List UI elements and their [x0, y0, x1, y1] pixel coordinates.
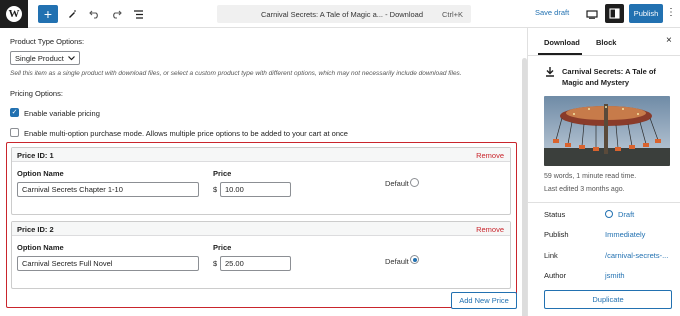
link-value[interactable]: /carnival-secrets-...: [605, 251, 668, 260]
publish-value[interactable]: Immediately: [605, 230, 645, 239]
currency-symbol: $: [213, 259, 218, 268]
price-label: Price: [213, 243, 232, 252]
price-input[interactable]: 25.00: [220, 256, 291, 271]
option-name-input[interactable]: Carnival Secrets Chapter 1-10: [17, 182, 199, 197]
pricing-options-label: Pricing Options:: [10, 89, 63, 98]
price-input[interactable]: 10.00: [220, 182, 291, 197]
price-option-row: Price ID: 2 Remove Option Name Carnival …: [11, 221, 511, 289]
shortcut-hint: Ctrl+K: [441, 9, 463, 19]
variable-pricing-checkbox[interactable]: ✓: [10, 108, 19, 117]
wordpress-logo-button[interactable]: W: [0, 0, 28, 28]
default-price-radio[interactable]: [410, 255, 419, 264]
remove-price-link[interactable]: Remove: [476, 151, 504, 160]
author-value[interactable]: jsmith: [605, 271, 625, 280]
product-type-help: Sell this item as a single product with …: [10, 70, 462, 77]
undo-icon[interactable]: [86, 5, 102, 23]
status-value[interactable]: Draft: [618, 210, 634, 219]
redo-icon[interactable]: [108, 5, 124, 23]
product-type-value: Single Product: [15, 53, 64, 63]
settings-sidebar-toggle[interactable]: [605, 4, 624, 23]
wordpress-icon: W: [6, 6, 22, 22]
divider: [528, 202, 680, 203]
close-icon[interactable]: ×: [666, 36, 672, 46]
remove-price-link[interactable]: Remove: [476, 225, 504, 234]
sidebar-tabs: Download Block ×: [528, 28, 680, 56]
chevron-down-icon: [68, 54, 75, 63]
active-tab-indicator: [538, 53, 582, 55]
option-name-label: Option Name: [17, 243, 64, 252]
status-label: Status: [544, 210, 566, 219]
author-label: Author: [544, 271, 567, 280]
multi-option-label: Enable multi-option purchase mode. Allow…: [24, 129, 348, 138]
add-block-button[interactable]: +: [38, 5, 58, 23]
download-settings-panel: Product Type Options: Single Product Sel…: [0, 28, 527, 316]
word-count: 59 words, 1 minute read time.: [544, 173, 637, 180]
document-overview-icon[interactable]: [130, 5, 146, 23]
price-id-label: Price ID: 1: [17, 151, 54, 160]
multi-option-checkbox[interactable]: [10, 128, 19, 137]
link-label: Link: [544, 251, 558, 260]
more-options-icon[interactable]: ⋮: [666, 8, 676, 18]
duplicate-button[interactable]: Duplicate: [544, 290, 672, 309]
price-id-label: Price ID: 2: [17, 225, 54, 234]
default-price-radio[interactable]: [410, 178, 419, 187]
add-new-price-button[interactable]: Add New Price: [451, 292, 517, 309]
publish-label: Publish: [544, 230, 569, 239]
document-title: Carnival Secrets: A Tale of Magic a... -…: [261, 9, 424, 19]
editor-toolbar: W + Carnival Secrets: A Tale of Magic a.…: [0, 0, 680, 28]
preview-desktop-icon[interactable]: [584, 5, 600, 23]
publish-button[interactable]: Publish: [629, 4, 663, 23]
default-label: Default: [385, 179, 409, 188]
variable-pricing-label: Enable variable pricing: [24, 109, 100, 118]
price-option-header: Price ID: 2 Remove: [12, 222, 510, 236]
download-icon: [545, 66, 555, 80]
settings-sidebar: Download Block × Carnival Secrets: A Tal…: [527, 28, 680, 316]
default-label: Default: [385, 257, 409, 266]
option-name-input[interactable]: Carnival Secrets Full Novel: [17, 256, 199, 271]
price-option-header: Price ID: 1 Remove: [12, 148, 510, 162]
product-type-label: Product Type Options:: [10, 37, 85, 46]
draft-status-icon: [605, 210, 613, 218]
save-draft-button[interactable]: Save draft: [535, 8, 569, 17]
featured-image[interactable]: [544, 96, 670, 166]
product-type-select[interactable]: Single Product: [10, 51, 80, 65]
post-title: Carnival Secrets: A Tale of Magic and My…: [562, 67, 656, 87]
command-palette-title[interactable]: Carnival Secrets: A Tale of Magic a... -…: [217, 5, 471, 23]
pen-tool-icon[interactable]: [64, 5, 80, 23]
price-option-row: Price ID: 1 Remove Option Name Carnival …: [11, 147, 511, 215]
last-edited: Last edited 3 months ago.: [544, 186, 625, 193]
price-label: Price: [213, 169, 232, 178]
tab-download[interactable]: Download: [544, 38, 580, 47]
currency-symbol: $: [213, 185, 218, 194]
price-options-highlight: Price ID: 1 Remove Option Name Carnival …: [6, 142, 517, 308]
option-name-label: Option Name: [17, 169, 64, 178]
tab-block[interactable]: Block: [596, 38, 616, 47]
